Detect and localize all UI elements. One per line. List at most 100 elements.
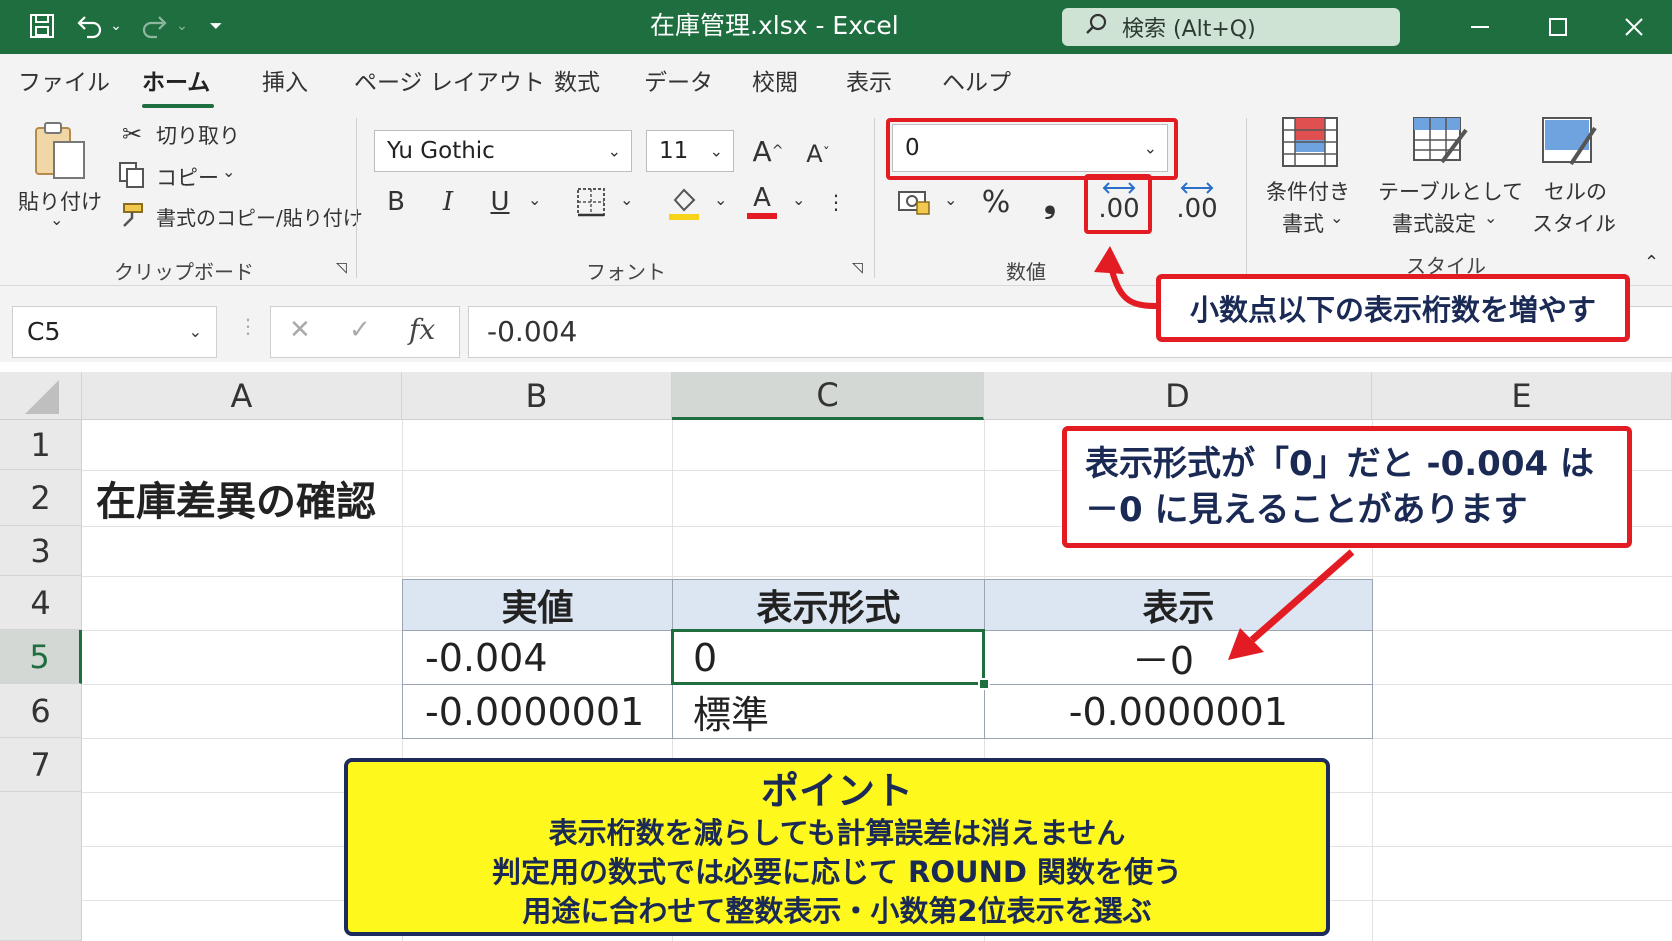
fill-color-icon[interactable]	[666, 182, 702, 224]
undo-dropdown-icon[interactable]: ⌄	[108, 10, 124, 42]
row-header-7[interactable]: 7	[0, 738, 82, 792]
customize-icon[interactable]: ⏷	[204, 10, 228, 42]
column-header-c[interactable]: C	[672, 372, 984, 420]
font-color-dropdown-icon[interactable]: ⌄	[792, 190, 805, 209]
font-size-select[interactable]: 11 ⌄	[646, 130, 734, 172]
row-header-1[interactable]: 1	[0, 420, 82, 470]
number-group-label: 数値	[1006, 260, 1046, 284]
font-group-label: フォント	[586, 260, 666, 284]
tab-insert[interactable]: 挿入	[262, 66, 308, 100]
accounting-dropdown-icon[interactable]: ⌄	[944, 190, 957, 209]
conditional-formatting-label-1[interactable]: 条件付き	[1266, 176, 1350, 206]
table-cell[interactable]: 標準	[672, 684, 985, 739]
format-painter-icon[interactable]	[116, 198, 148, 230]
comma-style-button[interactable]: ❟	[1036, 182, 1064, 222]
fill-color-dropdown-icon[interactable]: ⌄	[714, 190, 727, 209]
search-box[interactable]: 検索 (Alt+Q)	[1062, 8, 1400, 46]
conditional-formatting-label-2[interactable]: 書式	[1282, 208, 1324, 238]
svg-text:A: A	[753, 183, 771, 213]
conditional-dropdown-icon[interactable]: ⌄	[1330, 208, 1343, 227]
cut-icon[interactable]: ✂	[118, 120, 146, 148]
tab-file[interactable]: ファイル	[18, 66, 110, 100]
font-color-icon[interactable]: A	[744, 180, 780, 224]
more-options-icon[interactable]: ⋮	[826, 182, 846, 222]
column-header-d[interactable]: D	[984, 372, 1372, 420]
decrease-font-size-icon[interactable]: Aˇ	[800, 134, 836, 174]
clipboard-launcher-icon[interactable]: ◹	[336, 260, 347, 276]
paste-icon[interactable]	[30, 118, 90, 184]
underline-button[interactable]: U	[484, 182, 516, 222]
cancel-formula-icon[interactable]: ✕	[289, 315, 311, 345]
tab-view[interactable]: 表示	[846, 66, 892, 100]
formula-bar-divider-icon: ⋮	[238, 314, 258, 338]
borders-icon[interactable]	[574, 184, 608, 220]
table-cell[interactable]: －0	[984, 630, 1373, 685]
table-header-format[interactable]: 表示形式	[672, 579, 985, 631]
name-box-value: C5	[27, 317, 61, 346]
point-box: ポイント 表示桁数を減らしても計算誤差は消えません 判定用の数式では必要に応じて…	[344, 758, 1330, 936]
enter-formula-icon[interactable]: ✓	[349, 315, 371, 345]
table-cell[interactable]: -0.0000001	[984, 684, 1373, 739]
maximize-icon[interactable]	[1534, 8, 1582, 46]
format-painter-label[interactable]: 書式のコピー/貼り付け	[156, 202, 363, 231]
decrease-decimal-button[interactable]: .00	[1170, 176, 1224, 228]
conditional-formatting-icon[interactable]	[1280, 114, 1340, 170]
close-icon[interactable]	[1610, 8, 1658, 46]
format-as-table-icon[interactable]	[1410, 114, 1472, 170]
column-header-a[interactable]: A	[82, 372, 402, 420]
redo-icon[interactable]	[138, 10, 172, 42]
table-dropdown-icon[interactable]: ⌄	[1484, 208, 1497, 227]
tab-page-layout[interactable]: ページ レイアウト	[354, 66, 545, 100]
column-header-b[interactable]: B	[402, 372, 672, 420]
font-launcher-icon[interactable]: ◹	[852, 260, 863, 276]
row-header-3[interactable]: 3	[0, 526, 82, 576]
tab-help[interactable]: ヘルプ	[942, 66, 1011, 100]
table-cell[interactable]: -0.004	[402, 630, 673, 685]
fill-handle[interactable]	[978, 678, 990, 690]
table-cell[interactable]: -0.0000001	[402, 684, 673, 739]
format-as-table-label-1[interactable]: テーブルとして	[1378, 176, 1523, 206]
copy-label[interactable]: コピー	[156, 162, 219, 192]
tab-review[interactable]: 校閲	[752, 66, 798, 100]
font-name-select[interactable]: Yu Gothic ⌄	[374, 130, 632, 172]
gridline	[82, 576, 1672, 577]
increase-font-size-icon[interactable]: A ^	[748, 130, 788, 172]
redo-dropdown-icon[interactable]: ⌄	[174, 10, 190, 42]
row-header-5[interactable]: 5	[0, 630, 82, 684]
cut-label[interactable]: 切り取り	[156, 120, 240, 150]
table-header-actual[interactable]: 実値	[402, 579, 673, 631]
select-all-corner[interactable]	[0, 372, 82, 420]
ribbon-separator	[874, 118, 875, 278]
row-header-2[interactable]: 2	[0, 470, 82, 526]
insert-function-icon[interactable]: fx	[409, 313, 435, 346]
cell-styles-dropdown-icon[interactable]: ⌄	[1604, 208, 1617, 227]
row-header-4[interactable]: 4	[0, 576, 82, 630]
point-line-3: 用途に合わせて整数表示・小数第2位表示を選ぶ	[522, 894, 1152, 928]
column-header-e[interactable]: E	[1372, 372, 1672, 420]
italic-button[interactable]: I	[432, 182, 464, 222]
chevron-down-icon: ⌄	[188, 322, 202, 341]
copy-dropdown-icon[interactable]: ⌄	[222, 162, 235, 181]
undo-icon[interactable]	[72, 10, 106, 42]
copy-icon[interactable]	[116, 160, 148, 190]
row-header-6[interactable]: 6	[0, 684, 82, 738]
cell-styles-icon[interactable]	[1540, 114, 1600, 170]
ribbon-separator	[356, 118, 357, 278]
save-icon[interactable]	[24, 10, 60, 42]
bold-button[interactable]: B	[380, 182, 412, 222]
sheet-title[interactable]: 在庫差異の確認	[96, 470, 376, 526]
name-box[interactable]: C5 ⌄	[12, 306, 217, 358]
underline-dropdown-icon[interactable]: ⌄	[528, 190, 541, 209]
paste-dropdown-icon[interactable]: ⌄	[50, 210, 63, 229]
table-header-display[interactable]: 表示	[984, 579, 1373, 631]
minimize-icon[interactable]	[1456, 8, 1504, 46]
percent-style-button[interactable]: %	[978, 182, 1014, 222]
format-as-table-label-2[interactable]: 書式設定	[1392, 208, 1476, 238]
tab-formulas[interactable]: 数式	[554, 66, 600, 100]
collapse-ribbon-icon[interactable]: ⌃	[1644, 252, 1659, 273]
cell-styles-label-1[interactable]: セルの	[1544, 176, 1607, 206]
borders-dropdown-icon[interactable]: ⌄	[620, 190, 633, 209]
tab-data[interactable]: データ	[644, 66, 713, 100]
tab-home[interactable]: ホーム	[142, 66, 210, 100]
accounting-format-icon[interactable]	[894, 182, 934, 222]
